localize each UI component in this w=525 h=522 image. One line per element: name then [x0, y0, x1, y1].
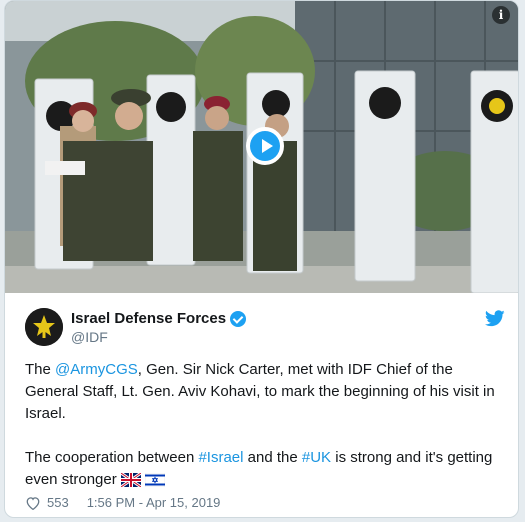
tweet-header: Israel Defense Forces @IDF: [25, 306, 505, 348]
hashtag-link[interactable]: #UK: [302, 449, 331, 466]
avatar[interactable]: [25, 308, 63, 346]
idf-logo-icon: [25, 308, 63, 346]
author-handle[interactable]: @IDF: [71, 329, 108, 345]
play-icon: [250, 131, 280, 161]
tweet-paragraph-2: The cooperation between #Israel and the …: [25, 447, 505, 491]
tweet-card[interactable]: i Israel Defense Forces @IDF The @ArmyCG…: [4, 0, 519, 518]
hashtag-link[interactable]: #Israel: [198, 449, 243, 466]
tweet-timestamp[interactable]: 1:56 PM - Apr 15, 2019: [87, 495, 221, 510]
tweet-footer: 553 1:56 PM - Apr 15, 2019: [25, 495, 220, 510]
info-icon[interactable]: i: [492, 6, 510, 24]
heart-icon[interactable]: [25, 496, 41, 510]
mention-link[interactable]: @ArmyCGS: [55, 361, 138, 378]
tweet-text: The @ArmyCGS, Gen. Sir Nick Carter, met …: [25, 359, 505, 491]
uk-flag-icon: [120, 473, 141, 487]
text-segment: The cooperation between: [25, 449, 199, 466]
text-segment: The: [25, 361, 56, 378]
author-name-row: Israel Defense Forces: [71, 310, 247, 327]
text-segment: and the: [243, 449, 302, 466]
video-thumbnail[interactable]: i: [5, 1, 518, 293]
verified-badge-icon: [230, 310, 247, 327]
israel-flag-icon: [144, 473, 165, 487]
like-count[interactable]: 553: [47, 495, 69, 510]
author-name[interactable]: Israel Defense Forces: [71, 310, 226, 327]
play-button[interactable]: [246, 127, 284, 165]
tweet-paragraph-1: The @ArmyCGS, Gen. Sir Nick Carter, met …: [25, 359, 505, 425]
twitter-bird-icon[interactable]: [485, 310, 505, 327]
